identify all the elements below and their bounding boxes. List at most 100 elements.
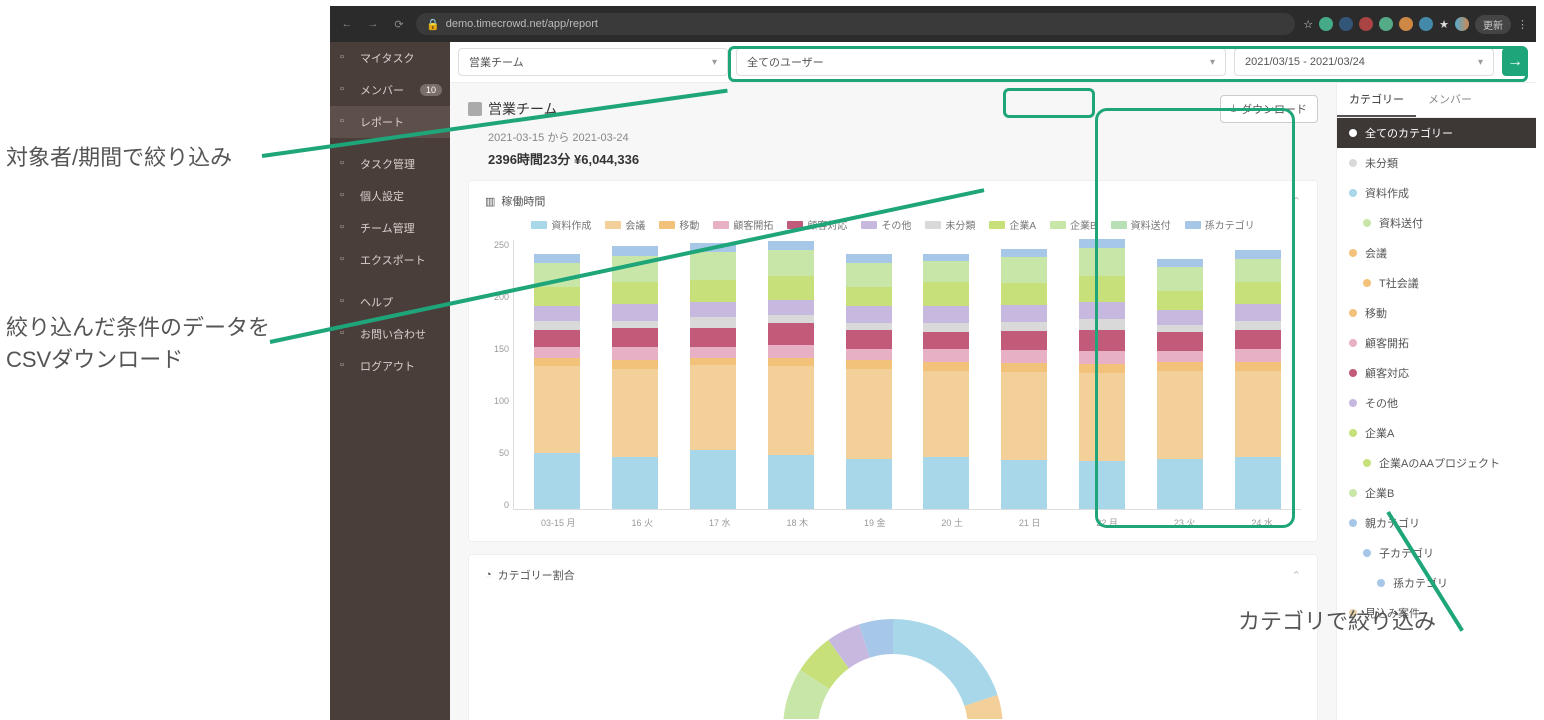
bar-segment	[1235, 371, 1281, 457]
bar-segment	[1235, 349, 1281, 362]
legend-swatch	[861, 221, 877, 229]
category-row[interactable]: 企業AのAAプロジェクト	[1337, 448, 1536, 478]
ext-icon[interactable]	[1399, 17, 1413, 31]
legend-label: 企業A	[1009, 217, 1036, 232]
bar-segment	[846, 360, 892, 369]
category-label: 顧客対応	[1365, 365, 1409, 381]
bar-segment	[846, 349, 892, 360]
nav-forward-icon[interactable]: →	[364, 15, 382, 33]
sidebar-item[interactable]: ▫マイタスク	[330, 42, 450, 74]
tab-category[interactable]: カテゴリー	[1337, 83, 1416, 117]
collapse-icon[interactable]: ⌃	[1292, 569, 1301, 582]
bar-segment	[690, 280, 736, 302]
bar-segment	[1079, 302, 1125, 319]
extensions: ☆ ★ 更新 ⋮	[1303, 15, 1528, 34]
category-all[interactable]: 全てのカテゴリー	[1337, 118, 1536, 148]
avatar-icon[interactable]	[1455, 17, 1469, 31]
ext-icon[interactable]	[1419, 17, 1433, 31]
category-row[interactable]: 移動	[1337, 298, 1536, 328]
ext-icon[interactable]	[1319, 17, 1333, 31]
category-row[interactable]: 会議	[1337, 238, 1536, 268]
sidebar-item[interactable]: ▫ログアウト	[330, 350, 450, 382]
badge: 10	[420, 84, 442, 96]
ext-icon[interactable]	[1339, 17, 1353, 31]
category-row[interactable]: 子カテゴリ	[1337, 538, 1536, 568]
bar-segment	[923, 362, 969, 371]
sidebar-item[interactable]: ▫個人設定	[330, 180, 450, 212]
tab-member[interactable]: メンバー	[1416, 83, 1484, 117]
legend-label: 資料作成	[551, 217, 591, 232]
bar-segment	[534, 321, 580, 330]
bar-segment	[534, 306, 580, 321]
category-label: 未分類	[1365, 155, 1398, 171]
bar-segment	[690, 365, 736, 449]
bar-column	[1157, 259, 1203, 509]
bar-segment	[846, 306, 892, 323]
url-bar[interactable]: 🔒 demo.timecrowd.net/app/report	[416, 13, 1295, 35]
bar-segment	[1235, 259, 1281, 283]
sidebar-item[interactable]: ▫タスク管理	[330, 148, 450, 180]
bar-segment	[923, 282, 969, 306]
bar-segment	[612, 347, 658, 360]
collapse-icon[interactable]: ⌃	[1292, 195, 1301, 208]
dot-icon	[1363, 549, 1371, 557]
annotation-csv: 絞り込んだ条件のデータをCSVダウンロード	[6, 310, 306, 374]
category-row[interactable]: 顧客対応	[1337, 358, 1536, 388]
sidebar-item[interactable]: ▫メンバー10	[330, 74, 450, 106]
x-tick: 03-15 月	[541, 516, 576, 529]
category-row[interactable]: 未分類	[1337, 148, 1536, 178]
x-tick: 17 水	[709, 516, 731, 529]
sidebar-item[interactable]: ▫エクスポート	[330, 244, 450, 276]
category-row[interactable]: 企業A	[1337, 418, 1536, 448]
team-select[interactable]: 営業チーム ▾	[458, 48, 728, 76]
category-label: 会議	[1365, 245, 1387, 261]
sidebar-item[interactable]: ▫ヘルプ	[330, 286, 450, 318]
category-row[interactable]: 資料送付	[1337, 208, 1536, 238]
dot-icon	[1349, 339, 1357, 347]
category-row[interactable]: その他	[1337, 388, 1536, 418]
bar-chart-icon: ▥	[485, 195, 495, 208]
category-row[interactable]: 親カテゴリ	[1337, 508, 1536, 538]
bar-segment	[534, 287, 580, 306]
bar-segment	[1001, 305, 1047, 322]
bar-segment	[1235, 250, 1281, 259]
sidebar-label: タスク管理	[360, 156, 415, 172]
bar-column	[534, 254, 580, 509]
browser-update-button[interactable]: 更新	[1475, 15, 1511, 34]
sidebar-label: 個人設定	[360, 188, 404, 204]
bar-segment	[768, 276, 814, 300]
sidebar-item[interactable]: ▫チーム管理	[330, 212, 450, 244]
bar-segment	[1235, 362, 1281, 371]
category-row[interactable]: 顧客開拓	[1337, 328, 1536, 358]
download-button[interactable]: ⤓ ダウンロード	[1220, 95, 1318, 123]
legend-swatch	[659, 221, 675, 229]
user-select-value: 全てのユーザー	[747, 54, 824, 70]
bar-segment	[690, 252, 736, 280]
nav-reload-icon[interactable]: ⟳	[390, 15, 408, 33]
bar-segment	[923, 349, 969, 362]
legend-swatch	[605, 221, 621, 229]
ext-icon[interactable]	[1359, 17, 1373, 31]
bar-segment	[768, 315, 814, 324]
bar-segment	[1079, 319, 1125, 330]
bar-segment	[923, 371, 969, 457]
bar-segment	[1001, 460, 1047, 509]
nav-back-icon[interactable]: ←	[338, 15, 356, 33]
category-row[interactable]: 企業B	[1337, 478, 1536, 508]
ext-icon[interactable]	[1379, 17, 1393, 31]
category-row[interactable]: T社会議	[1337, 268, 1536, 298]
dot-icon	[1363, 459, 1371, 467]
bar-segment	[768, 358, 814, 367]
bar-segment	[1001, 249, 1047, 258]
bar-segment	[1079, 364, 1125, 373]
go-button[interactable]: →	[1502, 48, 1528, 76]
date-range-select[interactable]: 2021/03/15 - 2021/03/24 ▾	[1234, 48, 1494, 76]
category-row[interactable]: 資料作成	[1337, 178, 1536, 208]
user-select[interactable]: 全てのユーザー ▾	[736, 48, 1226, 76]
bar-segment	[1157, 310, 1203, 325]
bar-segment	[923, 306, 969, 323]
category-label: その他	[1365, 395, 1398, 411]
bar-segment	[690, 302, 736, 317]
legend-label: 孫カテゴリ	[1205, 217, 1255, 232]
bar-segment	[1001, 363, 1047, 372]
